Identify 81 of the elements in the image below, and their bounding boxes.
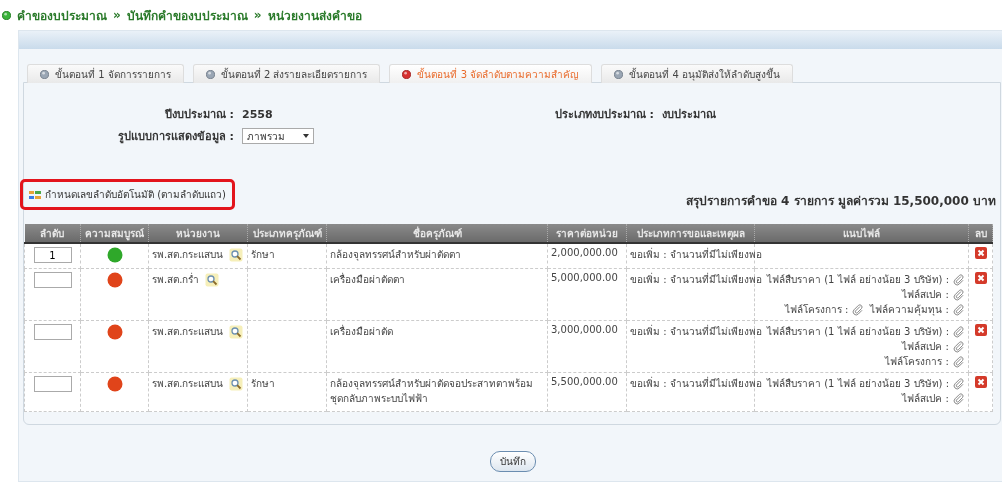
breadcrumb-separator: » [253,8,262,22]
paperclip-icon[interactable] [953,392,965,405]
table-cell: เครื่องมือผ่าตัด [330,326,393,337]
table-cell: ขอเพิ่ม : จำนวนที่มีไม่เพียงพอ [630,378,762,389]
table-cell: 5,500,000.00 [551,376,618,387]
table-cell: กล้องจุลทรรศน์สำหรับผ่าตัดจอประสาทตาพร้อมชุดกลับภาพระบบไฟฟ้า [330,378,533,404]
column-header: ลบ [968,224,993,243]
paperclip-icon[interactable] [852,303,865,316]
paperclip-icon[interactable] [953,377,965,390]
file-label: ไฟล์สเปค : [902,392,949,406]
column-header: ราคาต่อหน่วย [547,224,627,243]
column-header: ประเภทครุภัณฑ์ [247,224,327,243]
tab-dot-icon [614,69,624,79]
delete-icon[interactable] [974,272,987,284]
search-icon[interactable] [205,272,220,287]
file-label: ไฟล์โครงการ : [885,355,949,369]
field-value: 2558 [241,107,274,121]
auto-number-link[interactable]: กำหนดเลขลำดับอัตโนมัติ (ตามลำดับแถว) [45,187,226,202]
field-label: ปีงบประมาณ : [163,107,234,123]
table-cell: เครื่องมือผ่าตัดตา [330,274,405,285]
breadcrumb-item[interactable]: หน่วยงานส่งคำขอ [267,5,362,25]
table-cell: รักษา [251,249,275,260]
unit-name: รพ.สต.กระแสบน [152,325,224,339]
order-field[interactable] [33,272,72,288]
file-label: ไฟล์สืบราคา (1 ไฟล์ อย่างน้อย 3 บริษัท) : [767,377,949,391]
unit-name: รพ.สต.กระแสบน [152,377,224,391]
bullet-icon [2,10,11,20]
breadcrumb-item[interactable]: คำของบประมาณ [17,5,107,25]
order-field[interactable] [33,376,72,392]
table-cell: ขอเพิ่ม : จำนวนที่มีไม่เพียงพอ [630,326,762,337]
column-header: ลำดับ [24,224,81,243]
table-cell: 3,000,000.00 [551,324,618,335]
step-tab[interactable]: ขั้นตอนที่ 1 จัดการรายการ [27,64,184,83]
field-value: งบประมาณ [661,107,717,123]
search-icon[interactable] [229,324,244,339]
column-header: ประเภทการขอและเหตุผล [626,224,755,243]
save-button[interactable]: บันทึก [489,451,536,472]
column-header: หน่วยงาน [148,224,248,243]
unit-name: รพ.สต.กระแสบน [152,248,224,262]
tab-dot-icon [40,69,49,79]
step-tab[interactable]: ขั้นตอนที่ 2 ส่งรายละเอียดรายการ [192,64,381,83]
display-dropdown[interactable]: ภาพรวม [242,128,314,144]
file-label: ไฟล์ความคุ้มทุน : [870,303,949,317]
breadcrumb-separator: » [113,8,121,22]
paperclip-icon[interactable] [953,288,965,301]
field-label: รูปแบบการแสดงข้อมูล : [116,129,234,145]
step-tab[interactable]: ขั้นตอนที่ 4 อนุมัติส่งให้ลำดับสูงขึ้น [601,64,793,83]
paperclip-icon[interactable] [953,355,965,368]
table-cell: กล้องจุลทรรศน์สำหรับผ่าตัดตา [330,249,461,260]
dropdown-arrow-icon [303,134,309,138]
search-icon[interactable] [229,247,244,262]
file-label: ไฟล์สเปค : [902,288,949,302]
column-header: ความสมบูรณ์ [80,224,149,243]
column-header: ชื่อครุภัณฑ์ [326,224,548,243]
paperclip-icon[interactable] [953,325,965,338]
paperclip-icon[interactable] [953,303,965,316]
column-header: แนบไฟล์ [754,224,969,243]
tab-dot-icon [402,69,412,79]
paperclip-icon[interactable] [953,340,965,353]
search-icon[interactable] [229,376,244,391]
order-field[interactable]: 1 [33,247,72,263]
file-label: ไฟล์โครงการ : [784,303,849,317]
paperclip-icon[interactable] [953,273,965,286]
unit-name: รพ.สต.กร่ำ [152,272,200,287]
summary-text: สรุปรายการคำขอ 4 รายการ มูลค่ารวม 15,500,000 บาท [685,193,996,210]
table-cell: ขอเพิ่ม : จำนวนที่มีไม่เพียงพอ [630,249,762,260]
file-label: ไฟล์สืบราคา (1 ไฟล์ อย่างน้อย 3 บริษัท) : [767,325,949,339]
list-icon [29,189,41,200]
field-label: ประเภทงบประมาณ : [553,107,654,123]
table-cell: ขอเพิ่ม : จำนวนที่มีไม่เพียงพอ [630,274,762,285]
delete-icon[interactable] [974,324,987,336]
file-label: ไฟล์สเปค : [902,340,949,354]
table-cell: รักษา [251,378,275,389]
delete-icon[interactable] [974,376,987,388]
table-cell: 5,000,000.00 [551,272,618,283]
delete-icon[interactable] [974,247,987,259]
tab-dot-icon [205,69,215,79]
order-field[interactable] [33,324,72,340]
table-cell: 2,000,000.00 [551,247,618,258]
file-label: ไฟล์สืบราคา (1 ไฟล์ อย่างน้อย 3 บริษัท) : [767,273,949,287]
breadcrumb-item[interactable]: บันทึกคำของบประมาณ [126,5,248,25]
